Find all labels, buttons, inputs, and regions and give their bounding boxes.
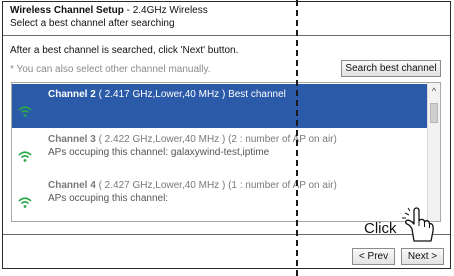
channel-title: Channel 2 ( 2.417 GHz,Lower,40 MHz ) Bes… — [48, 89, 286, 100]
channel-name: Channel 4 — [48, 180, 96, 191]
info-text: After a best channel is searched, click … — [10, 45, 239, 56]
header-divider — [3, 35, 450, 36]
channel-list-item[interactable]: Channel 4 ( 2.427 GHz,Lower,40 MHz ) (1 … — [12, 175, 427, 219]
channel-list-item[interactable]: Channel 2 ( 2.417 GHz,Lower,40 MHz ) Bes… — [12, 84, 427, 128]
list-scrollbar[interactable]: ^ — [427, 83, 440, 221]
channel-title: Channel 4 ( 2.427 GHz,Lower,40 MHz ) (1 … — [48, 180, 337, 191]
pointing-hand-icon — [402, 207, 434, 242]
header: Wireless Channel Setup - 2.4GHz Wireless… — [3, 2, 450, 36]
channel-name: Channel 2 — [48, 89, 96, 100]
click-annotation: Click — [364, 220, 397, 237]
page-title-bold: Wireless Channel Setup — [10, 5, 124, 16]
wifi-signal-icon — [18, 106, 32, 117]
scroll-thumb[interactable] — [430, 103, 438, 123]
prev-button[interactable]: < Prev — [352, 248, 395, 265]
hint-text: * You can also select other channel manu… — [10, 64, 211, 75]
search-best-channel-button[interactable]: Search best channel — [341, 60, 441, 77]
scroll-up-arrow-icon[interactable]: ^ — [428, 85, 440, 97]
page-subtitle: Select a best channel after searching — [10, 18, 175, 29]
channel-details: ( 2.417 GHz,Lower,40 MHz ) Best channel — [95, 89, 286, 100]
channel-details: ( 2.422 GHz,Lower,40 MHz ) (2 : number o… — [95, 134, 337, 145]
wifi-signal-icon — [18, 197, 32, 208]
channel-name: Channel 3 — [48, 134, 96, 145]
channel-aps: APs occuping this channel: — [48, 193, 169, 204]
page-title: Wireless Channel Setup - 2.4GHz Wireless — [10, 5, 208, 16]
wifi-signal-icon — [18, 151, 32, 162]
cursor-guide-line — [296, 0, 298, 276]
page-title-band: - 2.4GHz Wireless — [123, 5, 208, 16]
channel-list: Channel 2 ( 2.417 GHz,Lower,40 MHz ) Bes… — [11, 82, 441, 222]
next-button[interactable]: Next > — [401, 248, 444, 265]
channel-details: ( 2.427 GHz,Lower,40 MHz ) (1 : number o… — [95, 180, 337, 191]
channel-list-item[interactable]: Channel 3 ( 2.422 GHz,Lower,40 MHz ) (2 … — [12, 129, 427, 173]
channel-aps: APs occuping this channel: galaxywind-te… — [48, 147, 270, 158]
channel-title: Channel 3 ( 2.422 GHz,Lower,40 MHz ) (2 … — [48, 134, 337, 145]
